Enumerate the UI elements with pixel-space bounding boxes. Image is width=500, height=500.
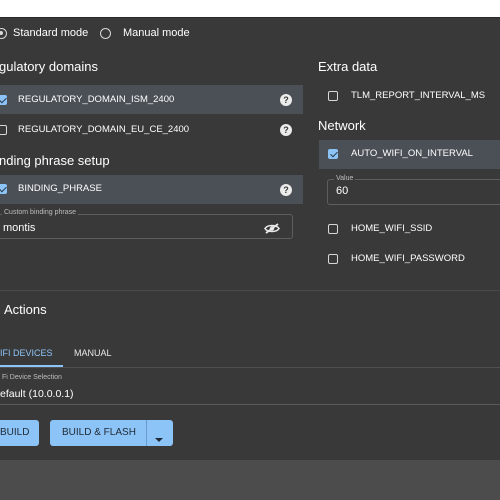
regulatory-domains-heading: gulatory domains	[0, 59, 98, 74]
build-button[interactable]: BUILD	[0, 420, 39, 446]
manual-mode-radio[interactable]	[100, 28, 111, 39]
actions-heading: Actions	[4, 302, 47, 317]
tlm-report-interval-label: TLM_REPORT_INTERVAL_MS	[351, 90, 486, 101]
home-wifi-password-checkbox[interactable]	[328, 254, 338, 264]
binding-phrase-checkbox[interactable]	[0, 184, 7, 194]
help-circle-icon[interactable]: ?	[280, 94, 292, 106]
auto-wifi-value-field[interactable]	[327, 179, 500, 205]
home-wifi-ssid-label: HOME_WIFI_SSID	[351, 223, 433, 234]
split-button-divider	[146, 420, 147, 446]
auto-wifi-value-label: Value	[334, 175, 356, 182]
tlm-report-interval-checkbox[interactable]	[328, 91, 338, 101]
home-wifi-ssid-checkbox[interactable]	[328, 224, 338, 234]
eye-off-icon[interactable]	[264, 221, 280, 234]
home-wifi-password-label: HOME_WIFI_PASSWORD	[351, 253, 465, 264]
manual-mode-label[interactable]: Manual mode	[123, 27, 190, 39]
tab-wifi-devices[interactable]: IFI DEVICES	[0, 348, 53, 358]
tabs-divider	[0, 367, 500, 368]
auto-wifi-value[interactable]: 60	[336, 185, 348, 197]
page-background-bottom	[0, 460, 500, 500]
binding-phrase-label: BINDING_PHRASE	[18, 183, 102, 194]
custom-binding-phrase-value[interactable]: montis	[3, 222, 35, 234]
standard-mode-radio[interactable]	[0, 28, 7, 39]
custom-binding-phrase-label: Custom binding phrase	[2, 209, 78, 216]
section-divider	[0, 290, 500, 291]
browser-top-bar	[0, 0, 500, 17]
device-selection-underline	[0, 404, 500, 405]
regulatory-ism-checkbox[interactable]	[0, 95, 7, 105]
regulatory-eu-label: REGULATORY_DOMAIN_EU_CE_2400	[18, 124, 190, 135]
device-selection-label: Fi Device Selection	[2, 374, 62, 381]
device-selection-value[interactable]: efault (10.0.0.1)	[0, 388, 74, 400]
auto-wifi-checkbox[interactable]	[328, 149, 338, 159]
tab-manual[interactable]: MANUAL	[74, 348, 112, 358]
binding-phrase-heading: nding phrase setup	[0, 153, 110, 168]
help-circle-icon[interactable]: ?	[280, 124, 292, 136]
firmware-options-panel: Standard mode Manual mode gulatory domai…	[0, 18, 500, 460]
regulatory-eu-checkbox[interactable]	[0, 125, 7, 135]
network-heading: Network	[318, 118, 366, 133]
regulatory-ism-label: REGULATORY_DOMAIN_ISM_2400	[18, 94, 175, 105]
custom-binding-phrase-field[interactable]	[0, 214, 293, 239]
auto-wifi-label: AUTO_WIFI_ON_INTERVAL	[351, 148, 473, 159]
help-circle-icon[interactable]: ?	[280, 184, 292, 196]
standard-mode-label[interactable]: Standard mode	[13, 27, 88, 39]
extra-data-heading: Extra data	[318, 59, 378, 74]
chevron-down-icon[interactable]	[155, 430, 163, 442]
